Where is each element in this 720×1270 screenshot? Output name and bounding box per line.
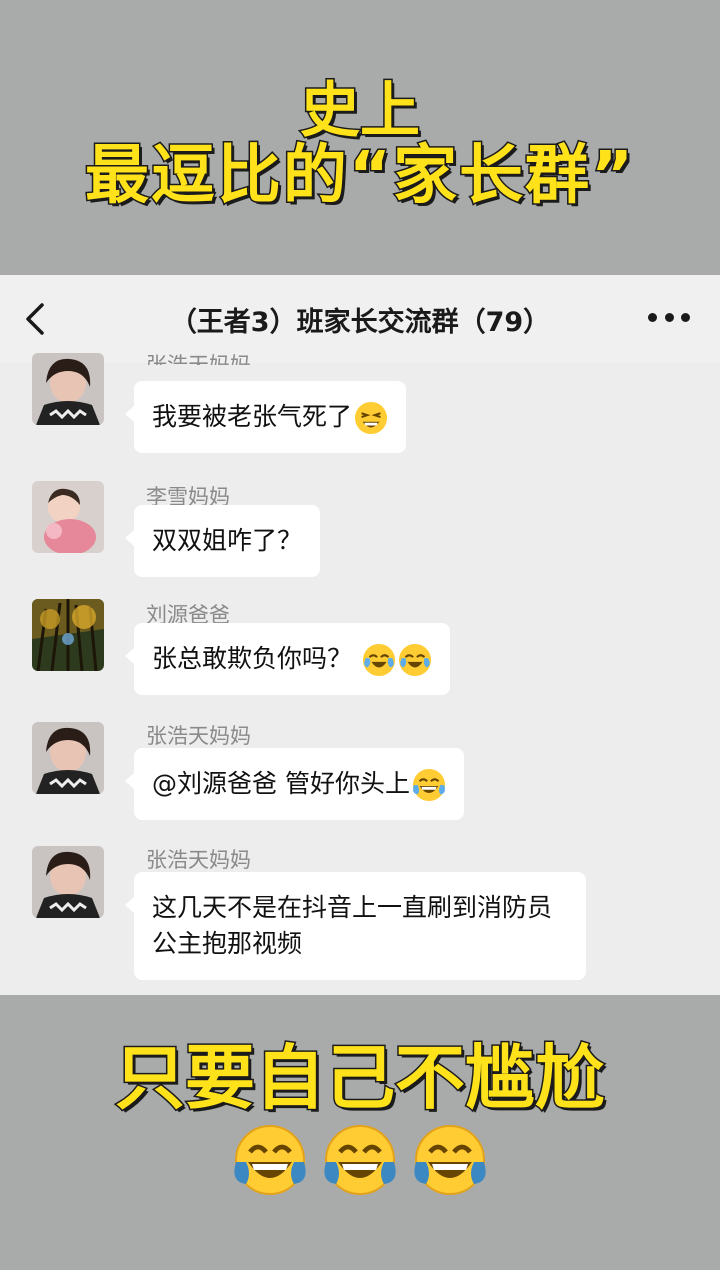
big-emoji-row — [0, 1122, 720, 1198]
avatar[interactable] — [32, 481, 104, 553]
message-bubble[interactable]: 这几天不是在抖音上一直刷到消防员公主抱那视频 — [125, 872, 586, 980]
message-bubble[interactable]: @刘源爸爸 管好你头上 — [125, 748, 464, 820]
more-dots-icon[interactable] — [648, 311, 690, 323]
sender-name: 张浩天妈妈 — [146, 848, 251, 872]
bottom-caption: 只要自己不尴尬 — [0, 1037, 720, 1119]
sender-name: 张浩天妈妈 — [146, 353, 251, 365]
chat-window: （王者3）班家长交流群（79） 张浩天妈妈 我要被老张气死了 李雪妈妈 双双姐咋… — [0, 275, 720, 995]
message-text: 这几天不是在抖音上一直刷到消防员公主抱那视频 — [152, 893, 553, 958]
message-bubble[interactable]: 双双姐咋了？ — [124, 505, 321, 577]
laughing-tears-emoji-icon — [324, 1125, 396, 1195]
caption-line-1: 史上 — [299, 76, 422, 146]
avatar[interactable] — [32, 353, 104, 425]
message-bubble[interactable]: 我要被老张气死了 — [124, 381, 407, 453]
laughing-tears-emoji-icon — [414, 1125, 486, 1195]
laughing-tears-emoji-icon — [412, 768, 446, 802]
laughing-tears-emoji-icon — [234, 1125, 306, 1195]
message-text: @刘源爸爸 管好你头上 — [152, 769, 410, 798]
avatar[interactable] — [32, 722, 104, 794]
sender-name: 张浩天妈妈 — [146, 724, 251, 748]
face-with-tears-emoji-icon — [362, 643, 396, 677]
message-bubble[interactable]: 张总敢欺负你吗？ — [125, 623, 450, 695]
chevron-left-icon[interactable] — [22, 303, 50, 335]
chat-title: （王者3）班家长交流群（79） — [169, 306, 551, 338]
message-text: 我要被老张气死了 — [152, 402, 353, 431]
top-caption: 史上 最逗比的“家长群” — [0, 76, 720, 213]
chat-header: （王者3）班家长交流群（79） — [0, 275, 720, 363]
tired-face-emoji-icon — [354, 401, 388, 435]
bottom-caption-text: 只要自己不尴尬 — [114, 1037, 607, 1119]
caption-line-2: 最逗比的“家长群” — [83, 139, 636, 213]
message-text: 张总敢欺负你吗？ — [152, 644, 360, 673]
avatar[interactable] — [32, 846, 104, 918]
avatar[interactable] — [32, 599, 104, 671]
face-with-tears-emoji-icon — [398, 643, 432, 677]
message-text: 双双姐咋了？ — [152, 526, 303, 555]
